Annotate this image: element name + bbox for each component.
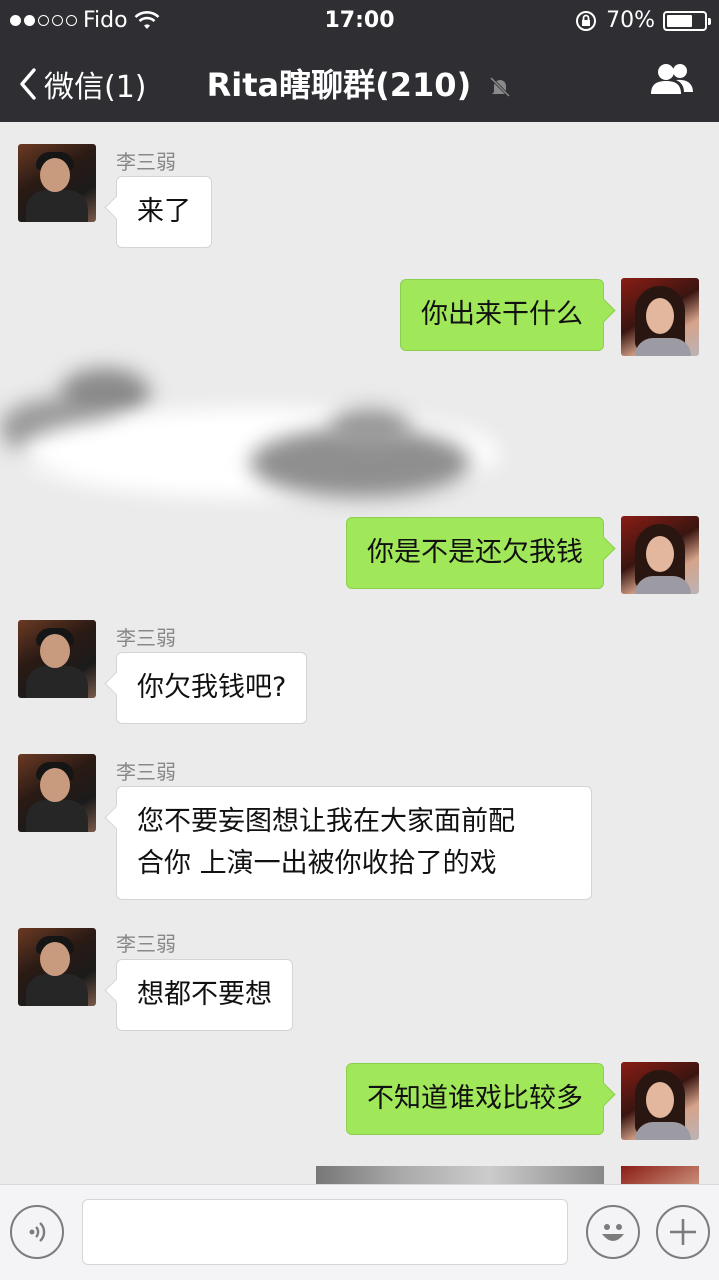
input-bar bbox=[0, 1184, 719, 1280]
message-bubble[interactable]: 想都不要想 bbox=[116, 959, 293, 1031]
status-bar: Fido 17:00 70% bbox=[0, 0, 719, 40]
chat-title-text: Rita瞎聊群(210) bbox=[206, 66, 472, 104]
emoji-button[interactable] bbox=[586, 1205, 640, 1259]
avatar-li-san-ruo[interactable] bbox=[18, 754, 96, 832]
battery-percent: 70% bbox=[606, 8, 655, 33]
partial-image-message[interactable] bbox=[316, 1166, 604, 1184]
message-bubble[interactable]: 您不要妄图想让我在大家面前配 合你 上演一出被你收拾了的戏 bbox=[116, 786, 592, 900]
chat-area[interactable]: 李三弱 来了 你出来干什么 你是不是还欠我钱 李三弱 你欠我钱吧? 李三弱 您不… bbox=[0, 122, 719, 1184]
group-members-icon[interactable] bbox=[649, 62, 695, 96]
sender-name: 李三弱 bbox=[116, 626, 176, 650]
message-line: 合你 上演一出被你收拾了的戏 bbox=[137, 848, 497, 879]
message-bubble[interactable]: 你欠我钱吧? bbox=[116, 652, 308, 724]
mute-bell-icon bbox=[490, 76, 511, 98]
redacted-area bbox=[0, 338, 560, 508]
sender-name: 李三弱 bbox=[116, 932, 176, 956]
battery-icon bbox=[663, 10, 711, 31]
rotation-lock-icon bbox=[576, 10, 597, 31]
avatar-me[interactable] bbox=[621, 1166, 699, 1184]
message-bubble[interactable]: 你是不是还欠我钱 bbox=[346, 517, 604, 589]
avatar-me[interactable] bbox=[621, 516, 699, 594]
avatar-li-san-ruo[interactable] bbox=[18, 928, 96, 1006]
avatar-me[interactable] bbox=[621, 1062, 699, 1140]
chat-title: Rita瞎聊群(210) bbox=[0, 60, 719, 106]
avatar-me[interactable] bbox=[621, 278, 699, 356]
sender-name: 李三弱 bbox=[116, 150, 176, 174]
nav-bar: 微信(1) Rita瞎聊群(210) bbox=[0, 40, 719, 122]
message-line: 您不要妄图想让我在大家面前配 bbox=[137, 806, 515, 837]
status-right: 70% bbox=[574, 8, 711, 33]
message-bubble[interactable]: 来了 bbox=[116, 176, 212, 248]
avatar-li-san-ruo[interactable] bbox=[18, 144, 96, 222]
plus-button[interactable] bbox=[656, 1205, 710, 1259]
message-input[interactable] bbox=[82, 1199, 568, 1265]
plus-icon bbox=[670, 1219, 696, 1245]
voice-icon bbox=[29, 1222, 46, 1242]
avatar-li-san-ruo[interactable] bbox=[18, 620, 96, 698]
message-bubble[interactable]: 不知道谁戏比较多 bbox=[346, 1063, 604, 1135]
sender-name: 李三弱 bbox=[116, 760, 176, 784]
voice-button[interactable] bbox=[10, 1205, 64, 1259]
emoji-icon bbox=[602, 1224, 624, 1241]
top-bar: Fido 17:00 70% 微信(1) Rita瞎聊群(210) bbox=[0, 0, 719, 122]
